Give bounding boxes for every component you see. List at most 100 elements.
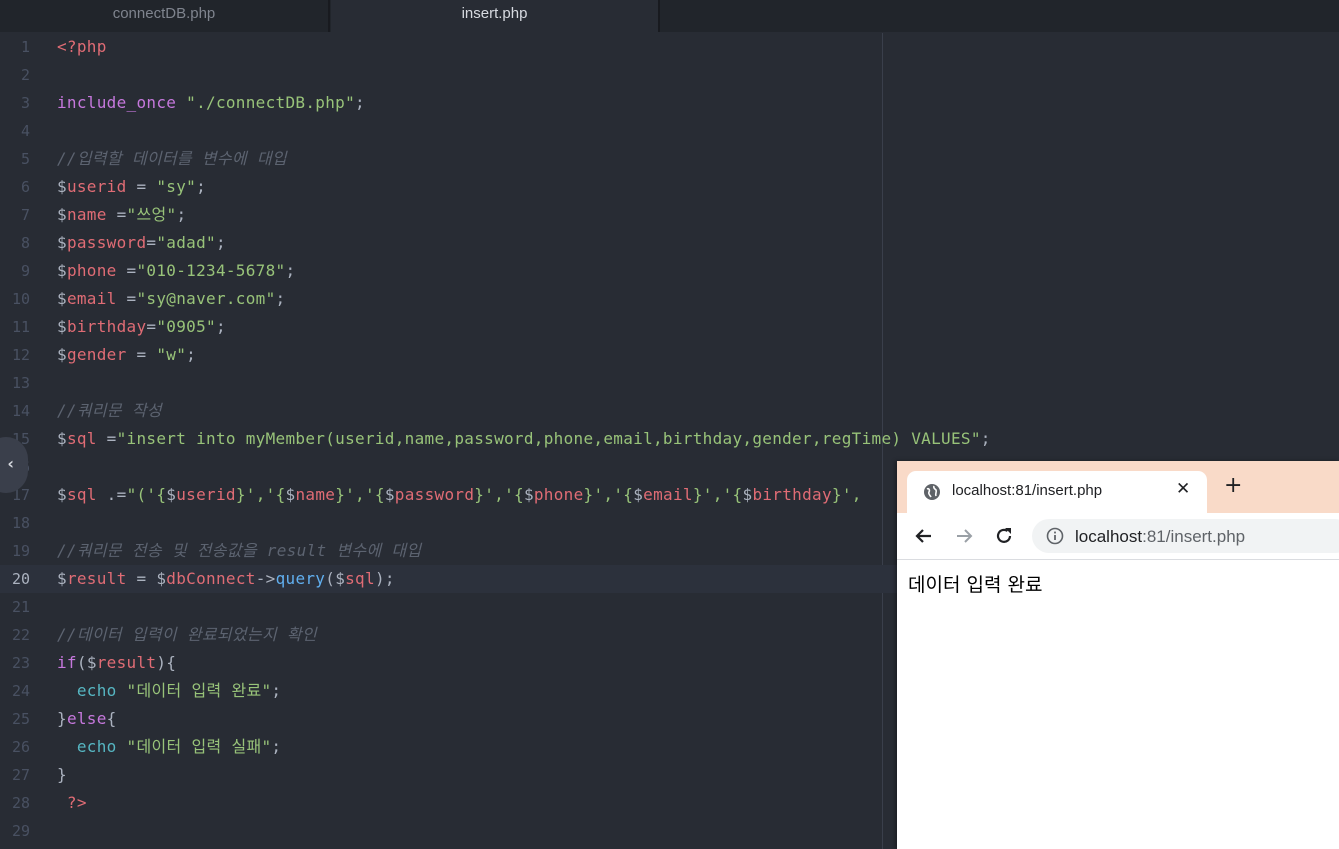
tab-insert[interactable]: insert.php bbox=[331, 0, 660, 32]
code-token: = bbox=[116, 289, 137, 308]
code-line[interactable]: 8 $password="adad"; bbox=[0, 229, 1339, 257]
code-token: $ bbox=[57, 289, 67, 308]
code-text: }else{ bbox=[57, 705, 117, 733]
code-token: ){ bbox=[156, 653, 177, 672]
line-number: 25 bbox=[11, 710, 30, 728]
line-number: 6 bbox=[20, 178, 30, 196]
code-token: = bbox=[106, 205, 127, 224]
code-token: ; bbox=[215, 317, 226, 336]
code-text: //데이터 입력이 완료되었는지 확인 bbox=[57, 621, 317, 649]
code-line[interactable]: 1 <?php bbox=[0, 33, 1339, 61]
code-token: "./connectDB.php" bbox=[186, 93, 355, 112]
code-token: "0905" bbox=[156, 317, 216, 336]
code-token: sql bbox=[66, 429, 97, 448]
code-token: ; bbox=[980, 429, 991, 448]
line-number: 22 bbox=[11, 626, 30, 644]
code-token: $ bbox=[57, 429, 67, 448]
browser-tab[interactable]: localhost:81/insert.php ✕ bbox=[907, 471, 1207, 513]
address-bar[interactable]: localhost:81/insert.php bbox=[1032, 519, 1339, 553]
code-line[interactable]: 11 $birthday="0905"; bbox=[0, 313, 1339, 341]
code-token: $ bbox=[57, 177, 67, 196]
code-token: ; bbox=[275, 289, 286, 308]
code-token: dbConnect bbox=[166, 569, 256, 588]
code-token: "sy" bbox=[156, 177, 197, 196]
code-token: email bbox=[66, 289, 117, 308]
code-token: { bbox=[106, 709, 117, 728]
code-text: $birthday="0905"; bbox=[57, 313, 226, 341]
code-token: "데이터 입력 완료" bbox=[126, 681, 272, 700]
browser-window: localhost:81/insert.php ✕ + localhost:81… bbox=[897, 461, 1339, 849]
code-line[interactable]: 6 $userid = "sy"; bbox=[0, 173, 1339, 201]
code-token: } bbox=[57, 765, 67, 784]
code-token: = bbox=[146, 317, 157, 336]
line-number: 18 bbox=[11, 514, 30, 532]
code-token: $ bbox=[57, 485, 67, 504]
code-token: .= bbox=[96, 485, 127, 504]
code-line[interactable]: 14 //쿼리문 작성 bbox=[0, 397, 1339, 425]
code-token: $ bbox=[57, 205, 67, 224]
code-token: "데이터 입력 실패" bbox=[126, 737, 272, 756]
code-token: }','{ bbox=[692, 485, 743, 504]
code-line[interactable]: 7 $name ="쓰엉"; bbox=[0, 201, 1339, 229]
line-number: 28 bbox=[11, 794, 30, 812]
code-text: if($result){ bbox=[57, 649, 176, 677]
globe-icon bbox=[924, 484, 940, 500]
forward-arrow-icon[interactable] bbox=[954, 526, 974, 546]
close-tab-icon[interactable]: ✕ bbox=[1176, 479, 1190, 499]
code-line[interactable]: 4 bbox=[0, 117, 1339, 145]
editor-tab-bar: connectDB.php insert.php bbox=[0, 0, 1339, 32]
line-number: 20 bbox=[11, 570, 30, 588]
code-text: $gender = "w"; bbox=[57, 341, 196, 369]
code-token: echo bbox=[76, 681, 117, 700]
browser-tab-title: localhost:81/insert.php bbox=[952, 482, 1103, 499]
code-token: echo bbox=[76, 737, 117, 756]
code-token: ; bbox=[186, 345, 197, 364]
info-icon[interactable] bbox=[1046, 527, 1064, 545]
code-text: } bbox=[57, 761, 67, 789]
code-token: //쿼리문 전송 및 전송값을 result 변수에 대입 bbox=[57, 541, 422, 560]
code-token: "sy@naver.com" bbox=[136, 289, 276, 308]
code-token: ; bbox=[285, 261, 296, 280]
url-text: localhost:81/insert.php bbox=[1075, 527, 1245, 547]
code-token: }', bbox=[831, 485, 862, 504]
code-line[interactable]: 2 bbox=[0, 61, 1339, 89]
code-line[interactable]: 10 $email ="sy@naver.com"; bbox=[0, 285, 1339, 313]
code-token: gender bbox=[66, 345, 127, 364]
code-token: "insert into myMember(userid,name,passwo… bbox=[116, 429, 981, 448]
code-token: birthday bbox=[66, 317, 147, 336]
code-line[interactable]: 12 $gender = "w"; bbox=[0, 341, 1339, 369]
line-number: 9 bbox=[20, 262, 30, 280]
line-number: 12 bbox=[11, 346, 30, 364]
code-line[interactable]: 15 $sql ="insert into myMember(userid,nam… bbox=[0, 425, 1339, 453]
code-line[interactable]: 3 include_once "./connectDB.php"; bbox=[0, 89, 1339, 117]
code-line[interactable]: 5 //입력할 데이터를 변수에 대입 bbox=[0, 145, 1339, 173]
code-token: ; bbox=[271, 737, 282, 756]
reload-icon[interactable] bbox=[994, 526, 1014, 546]
back-arrow-icon[interactable] bbox=[914, 526, 934, 546]
code-token: ; bbox=[196, 177, 207, 196]
line-number: 1 bbox=[20, 38, 30, 56]
code-token: ( bbox=[325, 569, 336, 588]
code-token: = bbox=[126, 177, 157, 196]
tab-connectdb[interactable]: connectDB.php bbox=[0, 0, 330, 32]
code-token: } bbox=[57, 709, 67, 728]
code-token: $ bbox=[57, 233, 67, 252]
code-token: $ bbox=[156, 569, 167, 588]
code-token: sql bbox=[345, 569, 375, 588]
code-token: query bbox=[275, 569, 326, 588]
code-text: $result = $dbConnect->query($sql); bbox=[57, 565, 395, 593]
line-number: 4 bbox=[20, 122, 30, 140]
code-line[interactable]: 9 $phone ="010-1234-5678"; bbox=[0, 257, 1339, 285]
new-tab-button[interactable]: + bbox=[1224, 475, 1242, 497]
line-number: 3 bbox=[20, 94, 30, 112]
code-token: = bbox=[126, 345, 157, 364]
line-number: 5 bbox=[20, 150, 30, 168]
code-token: ; bbox=[215, 233, 226, 252]
code-token: $ bbox=[57, 569, 67, 588]
code-line[interactable]: 13 bbox=[0, 369, 1339, 397]
code-token: password bbox=[66, 233, 147, 252]
code-token: include_once bbox=[57, 93, 177, 112]
